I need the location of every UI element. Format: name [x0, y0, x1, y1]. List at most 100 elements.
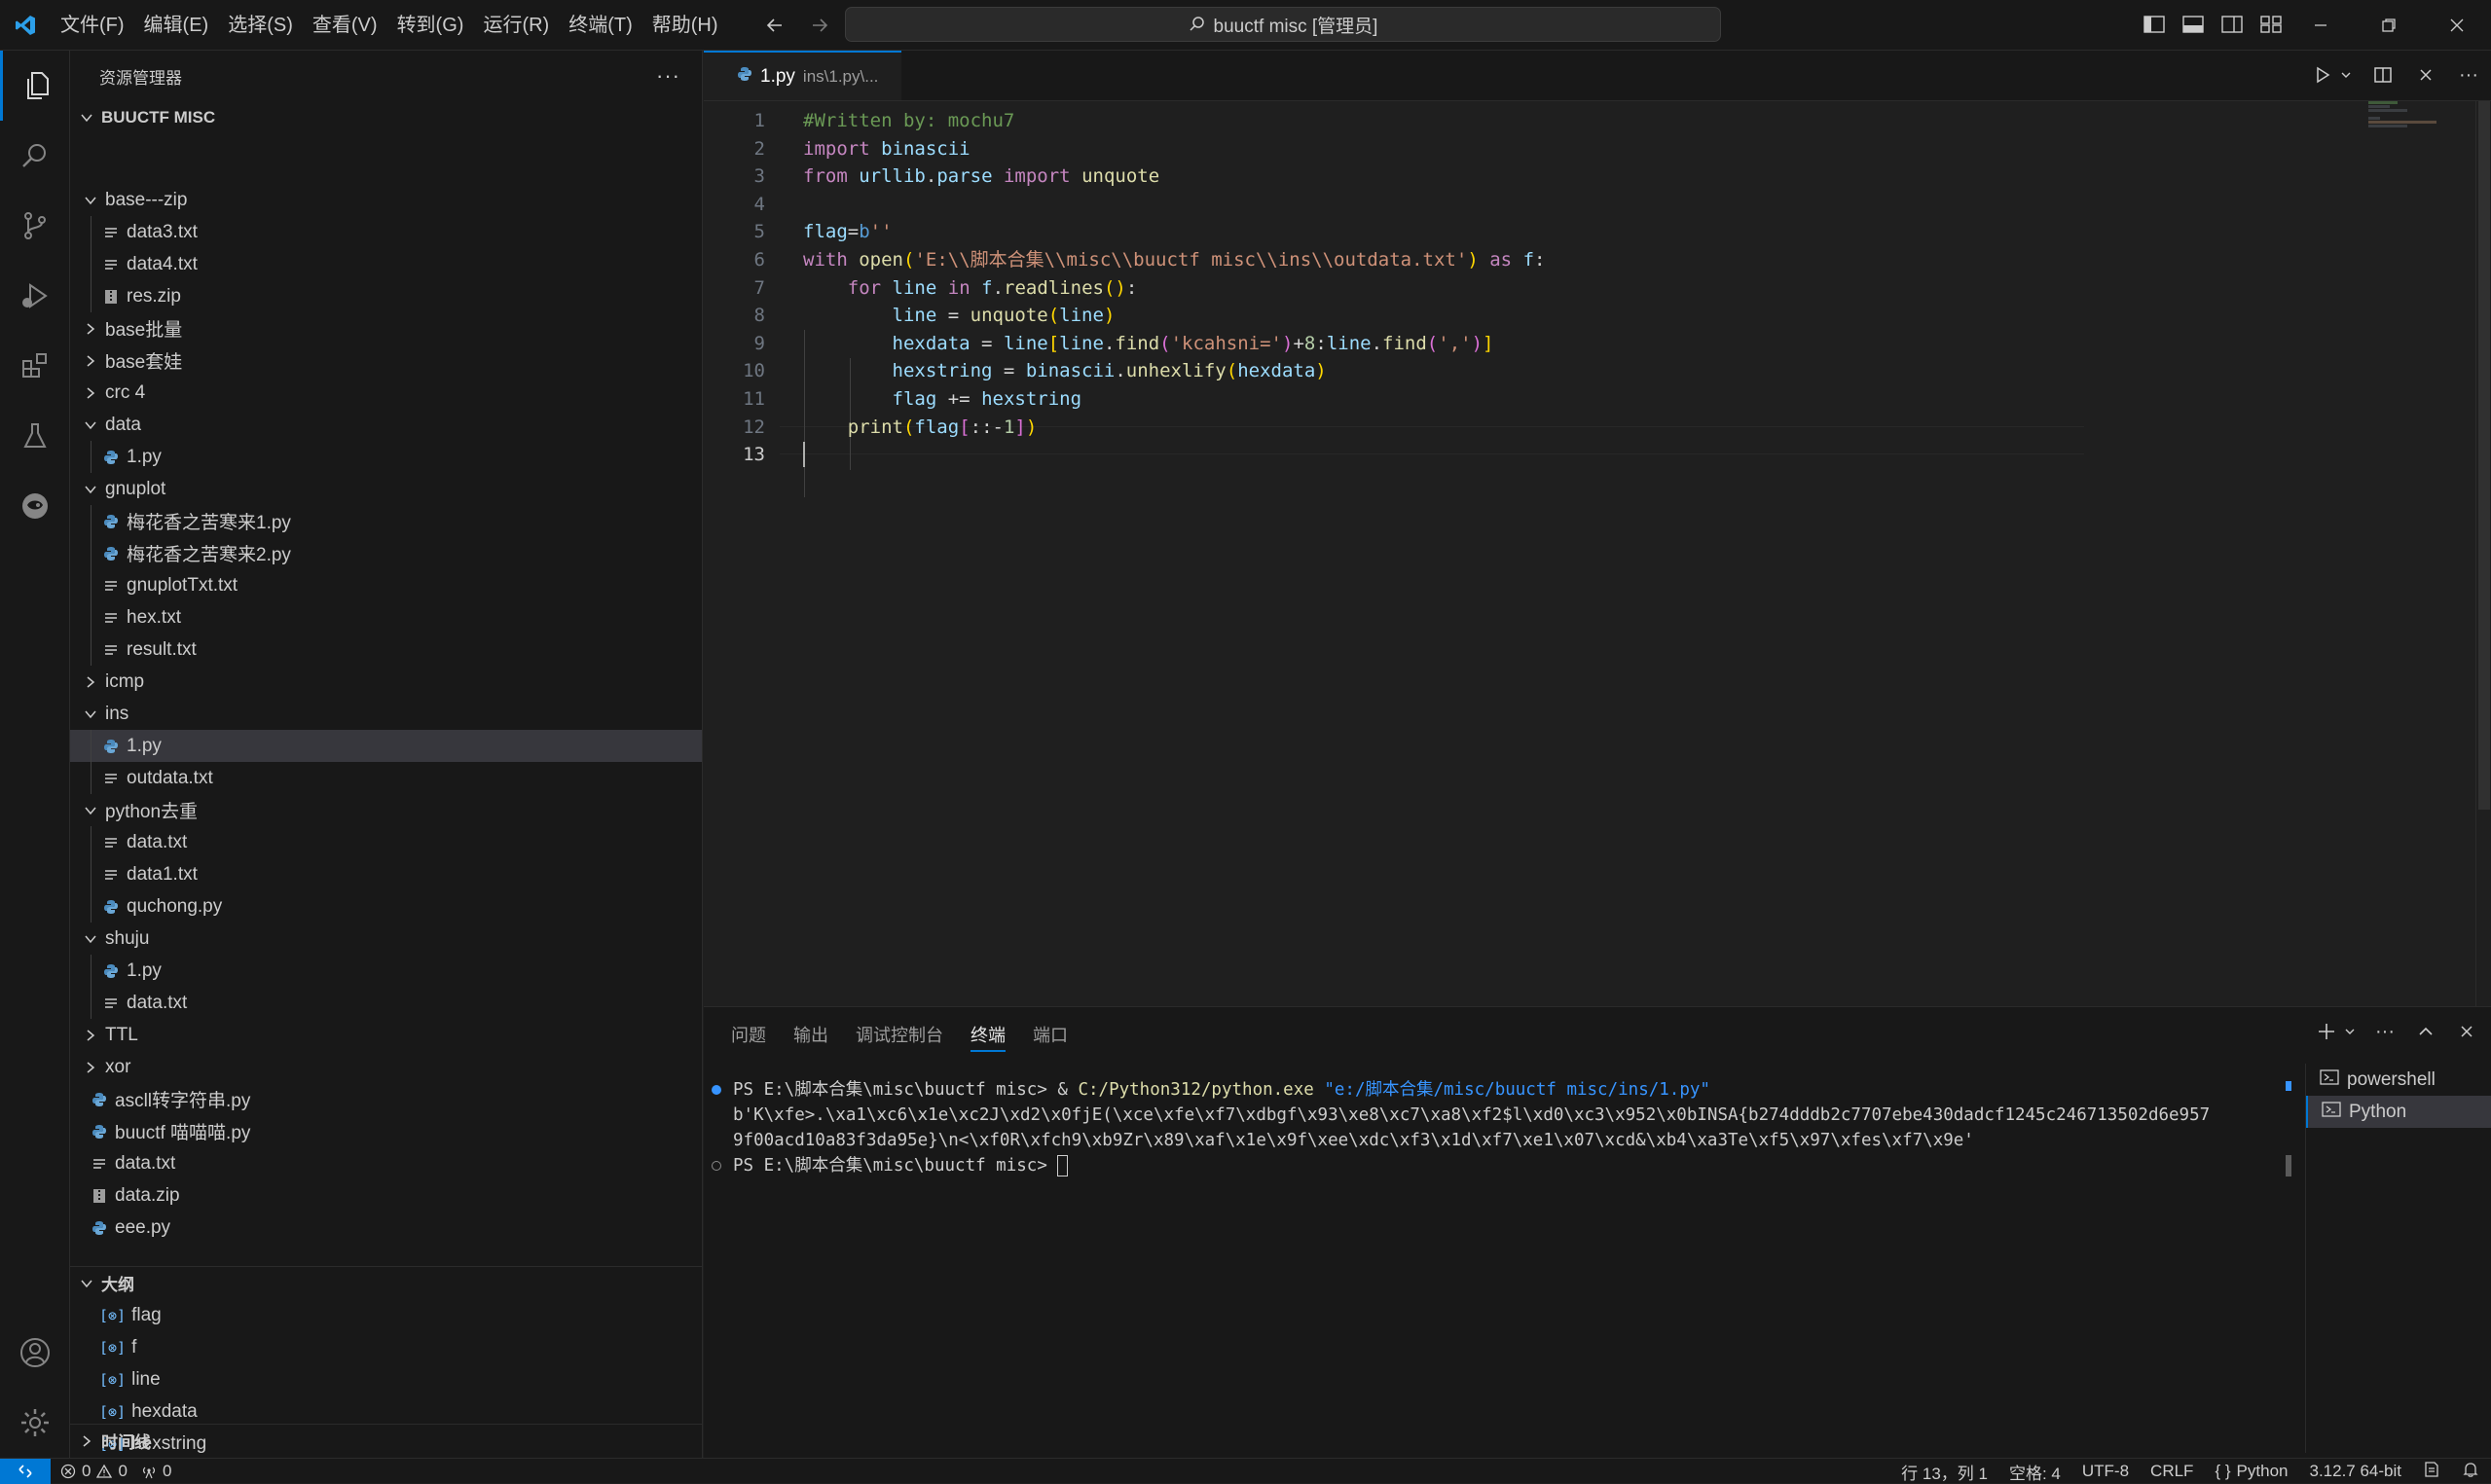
menu-edit[interactable]: 编辑(E) [134, 9, 219, 42]
tab-ports[interactable]: 端口 [1033, 1019, 1068, 1052]
outline-item[interactable]: [⊗] line [70, 1363, 702, 1395]
outline-item[interactable]: [⊗] flag [70, 1299, 702, 1331]
menu-file[interactable]: 文件(F) [51, 9, 134, 42]
cursor-position[interactable]: 行 13，列 1 [1901, 1460, 1988, 1484]
new-terminal-plus-icon[interactable] [2314, 1019, 2339, 1044]
tree-file[interactable]: hex.txt [70, 601, 702, 633]
tree-file[interactable]: 梅花香之苦寒来1.py [70, 505, 702, 537]
python-interpreter[interactable]: 3.12.7 64-bit [2309, 1462, 2401, 1481]
terminal-output[interactable]: PS E:\脚本合集\misc\buuctf misc> & C:/Python… [704, 1077, 2281, 1447]
tree-file[interactable]: res.zip [70, 280, 702, 312]
end-of-line[interactable]: CRLF [2150, 1462, 2193, 1481]
tree-file[interactable]: 1.py [70, 441, 702, 473]
menu-go[interactable]: 转到(G) [387, 9, 474, 42]
feedback-icon[interactable] [2423, 1461, 2440, 1483]
menu-terminal[interactable]: 终端(T) [559, 9, 642, 42]
testing-icon[interactable] [0, 401, 70, 471]
tree-file[interactable]: result.txt [70, 633, 702, 666]
tree-file[interactable]: gnuplotTxt.txt [70, 569, 702, 601]
menu-help[interactable]: 帮助(H) [642, 9, 728, 42]
indentation[interactable]: 空格: 4 [2009, 1460, 2061, 1484]
tree-folder[interactable]: shuju [70, 923, 702, 955]
tab-debug-console[interactable]: 调试控制台 [856, 1019, 943, 1052]
toggle-panel-icon[interactable] [2180, 12, 2206, 37]
menu-view[interactable]: 查看(V) [303, 9, 387, 42]
more-actions-icon[interactable]: ··· [2372, 1019, 2398, 1044]
menu-selection[interactable]: 选择(S) [218, 9, 303, 42]
timeline-header[interactable]: 时间线 [70, 1425, 702, 1457]
ports-status[interactable]: 0 [141, 1462, 171, 1481]
tree-folder[interactable]: ins [70, 698, 702, 730]
tab-terminal[interactable]: 终端 [971, 1019, 1006, 1052]
explorer-icon[interactable] [0, 51, 70, 121]
close-panel-icon[interactable] [2454, 1019, 2479, 1044]
extensions-icon[interactable] [0, 331, 70, 401]
remote-explorer-icon[interactable] [0, 471, 70, 541]
command-success-decoration-icon[interactable] [712, 1085, 721, 1095]
tree-file[interactable]: data.zip [70, 1179, 702, 1212]
tree-folder[interactable]: xor [70, 1051, 702, 1083]
tree-folder[interactable]: icmp [70, 666, 702, 698]
tree-folder[interactable]: data [70, 409, 702, 441]
outline-header[interactable]: 大纲 [70, 1267, 702, 1299]
tree-file[interactable]: buuctf 喵喵喵.py [70, 1115, 702, 1147]
run-debug-icon[interactable] [0, 261, 70, 331]
customize-layout-icon[interactable] [2258, 12, 2284, 37]
toggle-secondary-sidebar-icon[interactable] [2219, 12, 2245, 37]
tree-file[interactable]: quchong.py [70, 890, 702, 923]
close-window-icon[interactable] [2423, 0, 2491, 51]
tree-file[interactable]: data3.txt [70, 216, 702, 248]
outline-item[interactable]: [⊗] f [70, 1331, 702, 1363]
tree-file[interactable]: data1.txt [70, 858, 702, 890]
tree-file[interactable]: 1.py [70, 730, 702, 762]
run-python-file-icon[interactable] [2310, 62, 2335, 88]
problems-status[interactable]: 0 0 [60, 1462, 128, 1481]
tree-file[interactable]: eee.py [70, 1212, 702, 1244]
toggle-primary-sidebar-icon[interactable] [2142, 12, 2167, 37]
tree-file[interactable]: 1.py [70, 955, 702, 987]
tree-folder[interactable]: python去重 [70, 794, 702, 826]
tree-folder[interactable]: base批量 [70, 312, 702, 344]
minimap[interactable] [2368, 101, 2446, 130]
search-icon[interactable] [0, 121, 70, 191]
minimize-icon[interactable] [2287, 0, 2355, 51]
tree-file[interactable]: 梅花香之苦寒来2.py [70, 537, 702, 569]
tree-file[interactable]: ascll转字符串.py [70, 1083, 702, 1115]
tree-folder[interactable]: gnuplot [70, 473, 702, 505]
tab-problems[interactable]: 问题 [731, 1019, 766, 1052]
terminal-dropdown-chevron-icon[interactable] [2343, 1019, 2357, 1044]
workspace-root-header[interactable]: BUUCTF MISC [70, 101, 702, 133]
editor-scrollbar[interactable] [2475, 101, 2491, 1006]
terminal-tab-powershell[interactable]: powershell [2306, 1064, 2491, 1096]
close-editor-icon[interactable] [2413, 62, 2438, 88]
tree-file[interactable]: data.txt [70, 826, 702, 858]
tree-file[interactable]: outdata.txt [70, 762, 702, 794]
language-mode[interactable]: { } Python [2215, 1462, 2288, 1481]
more-actions-icon[interactable]: ··· [2456, 62, 2481, 88]
tree-folder[interactable]: base套娃 [70, 344, 702, 377]
tree-file[interactable]: data.txt [70, 1147, 702, 1179]
terminal-scrollbar[interactable] [2286, 1077, 2293, 1447]
command-decoration-icon[interactable] [712, 1161, 721, 1171]
maximize-panel-chevron-up-icon[interactable] [2413, 1019, 2438, 1044]
tree-file[interactable]: data.txt [70, 987, 702, 1019]
source-control-icon[interactable] [0, 191, 70, 261]
settings-gear-icon[interactable] [0, 1388, 70, 1458]
tree-folder[interactable]: TTL [70, 1019, 702, 1051]
notifications-bell-icon[interactable] [2462, 1461, 2479, 1483]
menu-run[interactable]: 运行(R) [473, 9, 559, 42]
tree-folder[interactable]: crc 4 [70, 377, 702, 409]
command-center-search[interactable]: buuctf misc [管理员] [845, 7, 1721, 42]
forward-arrow-icon[interactable] [804, 10, 835, 41]
back-arrow-icon[interactable] [759, 10, 790, 41]
accounts-icon[interactable] [0, 1318, 70, 1388]
tab-1-py[interactable]: 1.py ins\1.py\... [704, 51, 902, 100]
more-actions-icon[interactable]: ··· [656, 63, 680, 89]
tree-file[interactable]: data4.txt [70, 248, 702, 280]
tree-folder[interactable]: base---zip [70, 184, 702, 216]
tab-output[interactable]: 输出 [793, 1019, 828, 1052]
split-editor-icon[interactable] [2370, 62, 2396, 88]
run-dropdown-chevron-icon[interactable] [2339, 62, 2353, 88]
code-editor[interactable]: 1 #Written by: mochu7 2 import binascii 3f… [704, 101, 2491, 1006]
encoding[interactable]: UTF-8 [2082, 1462, 2129, 1481]
